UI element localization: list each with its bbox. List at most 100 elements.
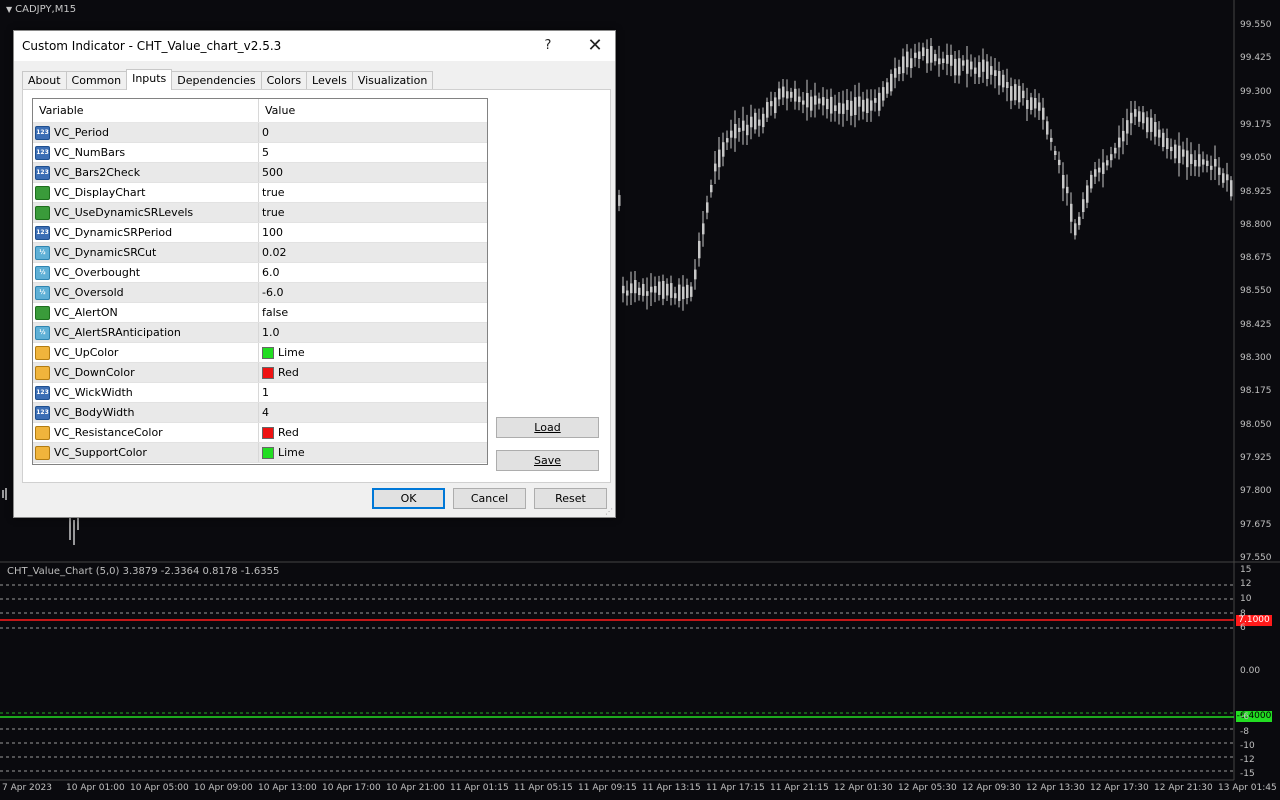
table-row[interactable]: VC_AlertON false	[33, 303, 487, 323]
tab-dependencies[interactable]: Dependencies	[171, 71, 262, 90]
table-row[interactable]: VC_UpColor Lime	[33, 343, 487, 363]
value-cell[interactable]: 5	[259, 143, 269, 162]
table-row[interactable]: 123 VC_BodyWidth 4	[33, 403, 487, 423]
value-cell[interactable]: -6.0	[259, 283, 283, 302]
value-cell[interactable]: 100	[259, 223, 283, 242]
table-row[interactable]: ½ VC_AlertSRAnticipation 1.0	[33, 323, 487, 343]
time-tick-label: 12 Apr 13:30	[1026, 783, 1085, 793]
color-type-icon	[35, 425, 50, 440]
reset-button[interactable]: Reset	[534, 488, 607, 509]
candle-body	[674, 293, 677, 299]
time-tick-label: 10 Apr 01:00	[66, 783, 125, 793]
time-tick-label: 11 Apr 17:15	[706, 783, 765, 793]
column-header-value[interactable]: Value	[259, 99, 295, 122]
save-button[interactable]: Save	[496, 450, 599, 471]
value-cell[interactable]: 0.02	[259, 243, 287, 262]
candle-body	[986, 61, 989, 79]
load-button[interactable]: Load	[496, 417, 599, 438]
table-row[interactable]: 123 VC_WickWidth 1	[33, 383, 487, 403]
symbol-label: ▼ CADJPY,M15	[6, 4, 76, 15]
value-text: -6.0	[262, 286, 284, 299]
candle-body	[1178, 145, 1181, 164]
value-cell[interactable]: true	[259, 183, 285, 202]
indicator-tick-label: -6	[1240, 712, 1249, 722]
price-tick-label: 97.925	[1240, 452, 1272, 463]
variable-name: VC_NumBars	[54, 146, 126, 159]
color-type-icon	[35, 445, 50, 460]
value-cell[interactable]: Lime	[259, 443, 305, 462]
candle-body	[802, 100, 805, 105]
candle-body	[634, 280, 637, 294]
candle-body	[1054, 150, 1057, 155]
value-text: 0.02	[262, 246, 287, 259]
candle-body	[762, 113, 765, 128]
value-cell[interactable]: 500	[259, 163, 283, 182]
table-row[interactable]: VC_DisplayChart true	[33, 183, 487, 203]
candle-body	[870, 100, 873, 111]
tab-common[interactable]: Common	[65, 71, 128, 90]
value-cell[interactable]: false	[259, 303, 288, 322]
tab-colors[interactable]: Colors	[260, 71, 308, 90]
candle-body	[858, 96, 861, 107]
value-text: 4	[262, 406, 269, 419]
ok-button[interactable]: OK	[372, 488, 445, 509]
candle-body	[998, 71, 1001, 86]
table-row[interactable]: 123 VC_DynamicSRPeriod 100	[33, 223, 487, 243]
close-icon[interactable]: ✕	[575, 33, 615, 59]
value-cell[interactable]: true	[259, 203, 285, 222]
value-cell[interactable]: 4	[259, 403, 269, 422]
value-text: Red	[278, 366, 299, 379]
candle-body	[1002, 74, 1005, 88]
candle-body	[1114, 147, 1117, 154]
double-type-icon: ½	[35, 265, 50, 280]
cancel-button[interactable]: Cancel	[453, 488, 526, 509]
value-cell[interactable]: Red	[259, 423, 299, 442]
variable-name: VC_UpColor	[54, 346, 119, 359]
variable-name: VC_Bars2Check	[54, 166, 141, 179]
help-button[interactable]: ?	[530, 35, 566, 57]
tab-inputs[interactable]: Inputs	[126, 69, 173, 90]
tab-visualization[interactable]: Visualization	[351, 71, 434, 90]
value-cell[interactable]: 1	[259, 383, 269, 402]
candle-body	[1158, 129, 1161, 138]
candle-body	[782, 86, 785, 98]
value-cell[interactable]: 1.0	[259, 323, 280, 342]
variable-name: VC_DynamicSRCut	[54, 246, 157, 259]
price-tick-label: 98.925	[1240, 186, 1272, 197]
candle-body	[786, 91, 789, 99]
resize-grip-icon[interactable]: ⋰	[605, 507, 615, 517]
table-row[interactable]: VC_UseDynamicSRLevels true	[33, 203, 487, 223]
candle-body	[1042, 107, 1045, 120]
candle-body	[958, 58, 961, 76]
candle-body	[662, 280, 665, 299]
variable-cell: VC_UpColor	[33, 343, 259, 362]
variable-cell: VC_ResistanceColor	[33, 423, 259, 442]
candle-body	[1218, 167, 1221, 175]
table-row[interactable]: ½ VC_DynamicSRCut 0.02	[33, 243, 487, 263]
candle-body	[1090, 174, 1093, 189]
column-header-variable[interactable]: Variable	[33, 99, 259, 122]
tab-about[interactable]: About	[22, 71, 67, 90]
collapse-triangle-icon[interactable]: ▼	[6, 5, 12, 14]
table-row[interactable]: VC_SupportColor Lime	[33, 443, 487, 463]
table-row[interactable]: 123 VC_Period 0	[33, 123, 487, 143]
value-cell[interactable]: 0	[259, 123, 269, 142]
table-row[interactable]: VC_ResistanceColor Red	[33, 423, 487, 443]
candle-body	[902, 56, 905, 74]
table-row[interactable]: ½ VC_Oversold -6.0	[33, 283, 487, 303]
value-cell[interactable]: Lime	[259, 343, 305, 362]
dialog-titlebar[interactable]: Custom Indicator - CHT_Value_chart_v2.5.…	[14, 31, 615, 61]
value-cell[interactable]: Red	[259, 363, 299, 382]
tab-levels[interactable]: Levels	[306, 71, 353, 90]
candle-body	[822, 97, 825, 106]
table-row[interactable]: 123 VC_Bars2Check 500	[33, 163, 487, 183]
candle-body	[702, 223, 705, 235]
candle-body	[778, 88, 781, 100]
table-row[interactable]: ½ VC_Overbought 6.0	[33, 263, 487, 283]
value-cell[interactable]: 6.0	[259, 263, 280, 282]
price-tick-label: 98.425	[1240, 319, 1272, 330]
candle-body	[730, 130, 733, 138]
table-row[interactable]: 123 VC_NumBars 5	[33, 143, 487, 163]
table-row[interactable]: VC_DownColor Red	[33, 363, 487, 383]
candle-body	[670, 283, 673, 298]
